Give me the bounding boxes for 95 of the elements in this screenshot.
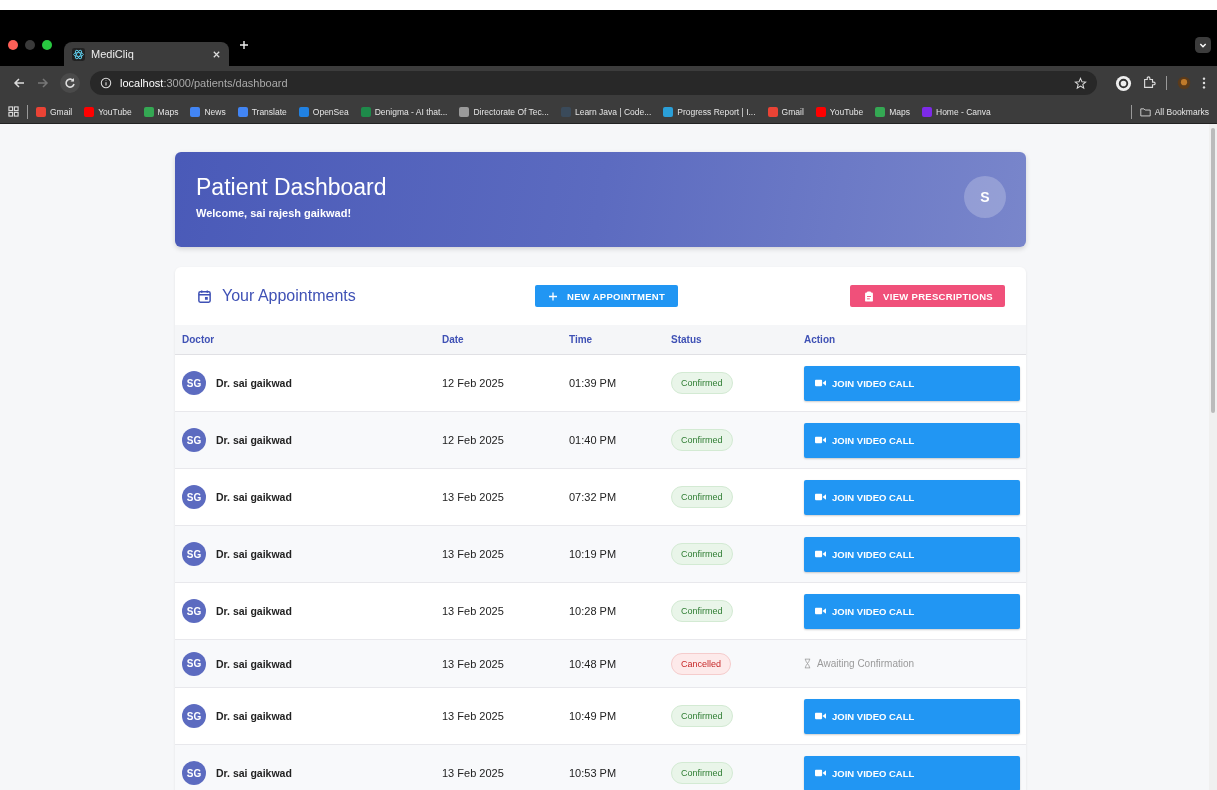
doctor-name: Dr. sai gaikwad [216, 491, 292, 503]
bookmark-link[interactable]: Maps [875, 106, 910, 117]
section-title: Your Appointments [222, 287, 356, 305]
date-text: 12 Feb 2025 [442, 377, 504, 389]
extension-icon[interactable] [1115, 74, 1132, 92]
date-text: 12 Feb 2025 [442, 434, 504, 446]
close-window-icon[interactable] [8, 40, 18, 50]
menu-icon[interactable] [1201, 76, 1207, 90]
video-camera-icon [815, 436, 826, 444]
bookmark-link[interactable]: Progress Report | I... [663, 106, 756, 117]
puzzle-icon[interactable] [1142, 76, 1156, 90]
doctor-name: Dr. sai gaikwad [216, 767, 292, 779]
doctor-avatar: SG [182, 371, 206, 395]
doctor-name: Dr. sai gaikwad [216, 605, 292, 617]
status-chip: Cancelled [671, 652, 732, 675]
video-camera-icon [815, 769, 826, 777]
time-text: 10:48 PM [569, 657, 617, 670]
atom-icon [72, 47, 85, 61]
scrollbar-thumb[interactable] [1211, 128, 1215, 413]
time-text: 10:28 PM [569, 605, 617, 617]
hourglass-icon [804, 658, 811, 669]
time-text: 10:49 PM [569, 710, 617, 722]
profile-avatar[interactable] [1177, 76, 1191, 90]
page-title: Patient Dashboard [196, 174, 387, 201]
column-header: Action [804, 334, 837, 345]
bookmark-link[interactable]: Home - Canva [922, 106, 991, 117]
bookmark-link[interactable]: Learn Java | Code... [560, 106, 652, 117]
video-camera-icon [815, 550, 826, 558]
video-camera-icon [815, 607, 826, 615]
doctor-name: Dr. sai gaikwad [216, 657, 292, 670]
time-text: 01:40 PM [569, 434, 617, 446]
status-chip: Confirmed [671, 372, 733, 394]
column-header: Status [671, 334, 703, 345]
plus-icon[interactable] [239, 40, 249, 50]
forward-icon[interactable] [36, 76, 50, 90]
doctor-avatar: SG [182, 704, 206, 728]
status-chip: Confirmed [671, 705, 733, 727]
status-chip: Confirmed [671, 600, 733, 622]
bookmark-link[interactable]: News [190, 106, 226, 117]
bookmark-link[interactable]: Translate [237, 106, 287, 117]
bookmark-link[interactable]: Denigma - AI that... [360, 106, 448, 117]
date-text: 13 Feb 2025 [442, 491, 504, 503]
doctor-avatar: SG [182, 761, 206, 785]
calendar-icon [197, 288, 212, 304]
doctor-name: Dr. sai gaikwad [216, 434, 292, 446]
date-text: 13 Feb 2025 [442, 605, 504, 617]
status-chip: Confirmed [671, 543, 733, 565]
maximize-window-icon[interactable] [42, 40, 52, 50]
column-header: Doctor [181, 334, 216, 345]
back-icon[interactable] [12, 76, 26, 90]
status-chip: Confirmed [671, 486, 733, 508]
bookmark-link[interactable]: YouTube [815, 106, 864, 117]
video-camera-icon [815, 712, 826, 720]
column-header: Time [569, 334, 594, 345]
video-camera-icon [815, 379, 826, 387]
plus-icon [548, 290, 558, 302]
doctor-avatar: SG [182, 651, 206, 676]
date-text: 13 Feb 2025 [442, 657, 504, 670]
time-text: 10:19 PM [569, 548, 617, 560]
info-icon [100, 77, 112, 89]
status-chip: Confirmed [671, 429, 733, 451]
bookmark-link[interactable]: Gmail [767, 106, 804, 117]
time-text: 01:39 PM [569, 377, 617, 389]
address-bar[interactable]: localhost:3000/patients/dashboard [90, 71, 1097, 95]
bookmark-link[interactable]: Gmail [36, 106, 73, 117]
apps-grid-icon[interactable] [8, 106, 19, 117]
bookmark-link[interactable]: YouTube [84, 106, 132, 117]
welcome-text: Welcome, sai rajesh gaikwad! [196, 207, 353, 219]
doctor-name: Dr. sai gaikwad [216, 377, 292, 389]
bookmark-link[interactable]: OpenSea [298, 106, 349, 117]
doctor-avatar: SG [182, 428, 206, 452]
status-chip: Confirmed [671, 762, 733, 784]
date-text: 13 Feb 2025 [442, 548, 504, 560]
doctor-name: Dr. sai gaikwad [216, 710, 292, 722]
doctor-avatar: SG [182, 599, 206, 623]
star-icon[interactable] [1074, 76, 1087, 90]
date-text: 13 Feb 2025 [442, 767, 504, 779]
clipboard-icon [864, 290, 875, 302]
awaiting-status-text: Awaiting Confirmation [817, 658, 915, 669]
video-camera-icon [815, 493, 826, 501]
column-header: Date [442, 334, 465, 345]
time-text: 07:32 PM [569, 491, 617, 503]
chevron-down-icon[interactable] [1195, 37, 1211, 53]
doctor-avatar: SG [182, 542, 206, 566]
folder-icon [1139, 106, 1151, 117]
time-text: 10:53 PM [569, 767, 617, 779]
close-icon[interactable] [212, 49, 221, 59]
bookmark-link[interactable]: Directorate Of Tec... [459, 106, 549, 117]
all-bookmarks-link[interactable]: All Bookmarks [1139, 106, 1209, 117]
doctor-avatar: SG [182, 485, 206, 509]
bookmark-link[interactable]: Maps [143, 106, 179, 117]
doctor-name: Dr. sai gaikwad [216, 548, 292, 560]
browser-tab[interactable]: MediCliq [64, 42, 229, 66]
date-text: 13 Feb 2025 [442, 710, 504, 722]
reload-icon[interactable] [60, 73, 80, 93]
